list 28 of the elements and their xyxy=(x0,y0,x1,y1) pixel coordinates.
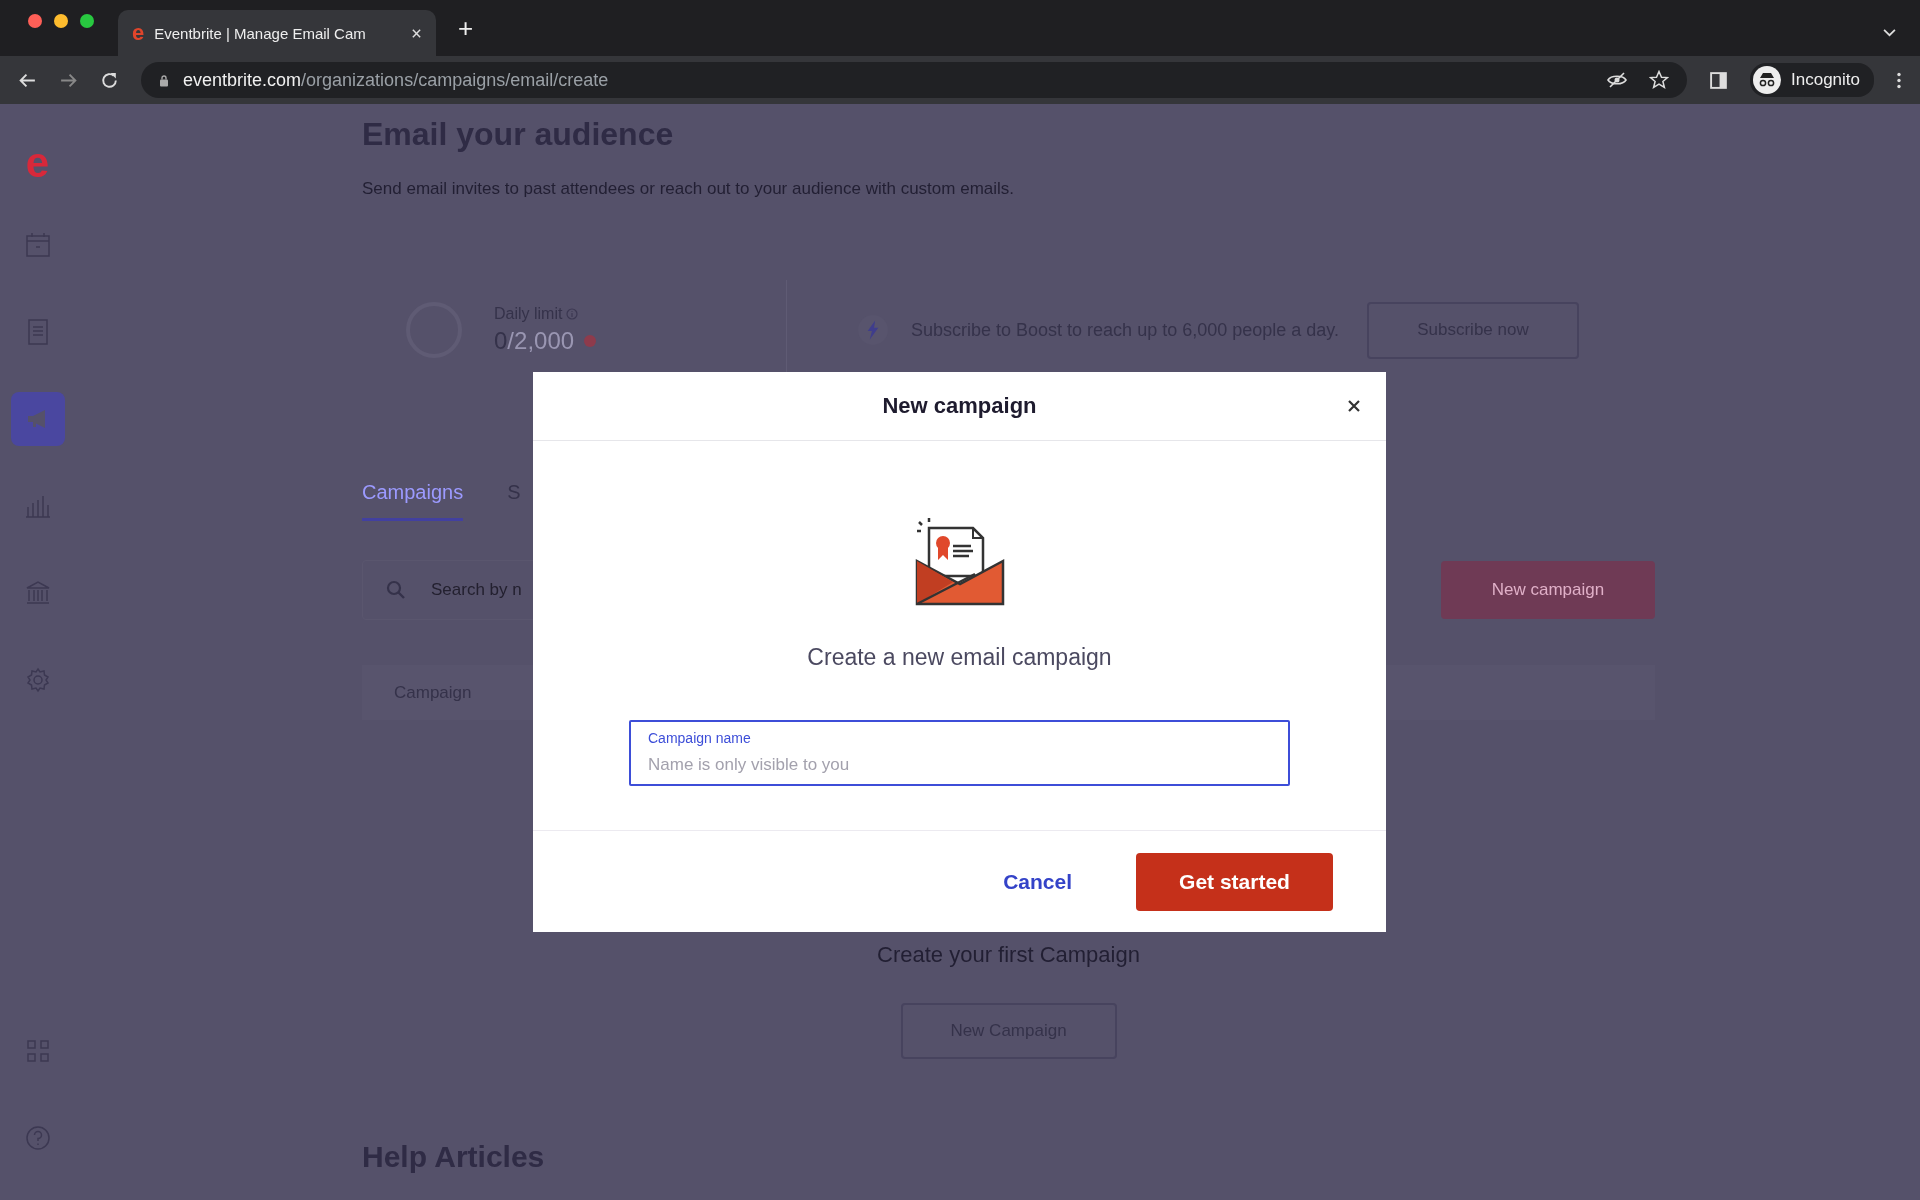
menu-icon[interactable] xyxy=(1896,70,1902,90)
status-dot xyxy=(584,335,597,347)
star-icon[interactable] xyxy=(1649,70,1669,90)
lock-icon xyxy=(159,73,169,87)
sidebar-icon[interactable] xyxy=(1709,70,1728,90)
eye-off-icon[interactable] xyxy=(1607,70,1627,90)
zoom-window-button[interactable] xyxy=(80,14,94,28)
modal-heading: Create a new email campaign xyxy=(807,643,1112,671)
get-started-button[interactable]: Get started xyxy=(1136,852,1333,911)
address-bar[interactable]: eventbrite.com/organizations/campaigns/email/create xyxy=(141,62,1687,98)
modal-title: New campaign xyxy=(882,393,1037,419)
close-icon[interactable] xyxy=(1347,399,1361,413)
tab-title: Eventbrite | Manage Email Cam xyxy=(154,24,367,42)
field-label: Campaign name xyxy=(648,730,751,746)
chevron-down-icon[interactable] xyxy=(1883,28,1896,37)
close-window-button[interactable] xyxy=(28,14,42,28)
reload-icon[interactable] xyxy=(100,70,119,90)
minimize-window-button[interactable] xyxy=(54,14,68,28)
favicon: e xyxy=(132,22,145,44)
browser-tab[interactable]: e Eventbrite | Manage Email Cam xyxy=(118,10,436,56)
search-icon xyxy=(386,580,406,600)
tab[interactable]: Campaigns xyxy=(362,478,464,521)
envelope-letter-icon xyxy=(914,516,1005,606)
incognito-button[interactable]: Incognito xyxy=(1750,63,1874,97)
new-tab-button[interactable]: + xyxy=(458,12,474,44)
incognito-icon xyxy=(1753,66,1781,94)
new-campaign-button[interactable]: New campaign xyxy=(1441,561,1655,619)
cancel-link[interactable]: Cancel xyxy=(1003,869,1072,894)
